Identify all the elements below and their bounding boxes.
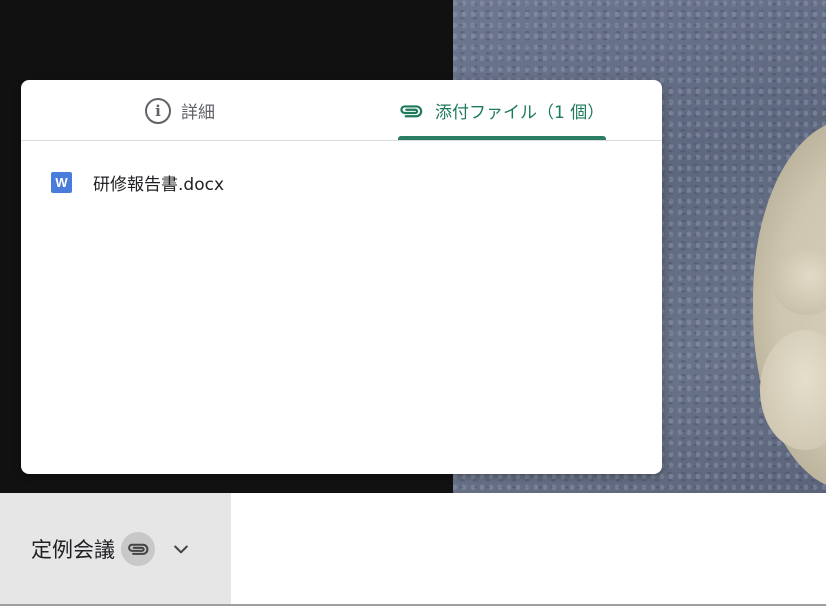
panel-tabs: i 詳細 添付ファイル（1 個） (21, 80, 662, 141)
tab-details-label: 詳細 (181, 103, 215, 123)
chevron-down-icon[interactable] (169, 537, 193, 561)
paperclip-icon (121, 531, 155, 566)
tab-details[interactable]: i 詳細 (145, 80, 215, 141)
tab-attachments-label: 添付ファイル（1 個） (435, 103, 605, 123)
bottom-bar: 定例会議 (0, 493, 826, 606)
attachment-file-name[interactable]: 研修報告書.docx (93, 170, 224, 195)
meeting-details-toggle[interactable]: 定例会議 (0, 493, 231, 604)
tab-attachments[interactable]: 添付ファイル（1 個） (397, 80, 604, 141)
attachment-file-item[interactable]: W 研修報告書.docx (51, 170, 224, 195)
paperclip-icon (397, 97, 425, 125)
info-icon: i (145, 97, 171, 124)
meeting-title: 定例会議 (31, 537, 115, 562)
word-doc-icon: W (51, 172, 72, 193)
selected-tab-indicator (398, 136, 606, 140)
meeting-info-panel: i 詳細 添付ファイル（1 個） W 研修報告書.docx (21, 80, 662, 474)
